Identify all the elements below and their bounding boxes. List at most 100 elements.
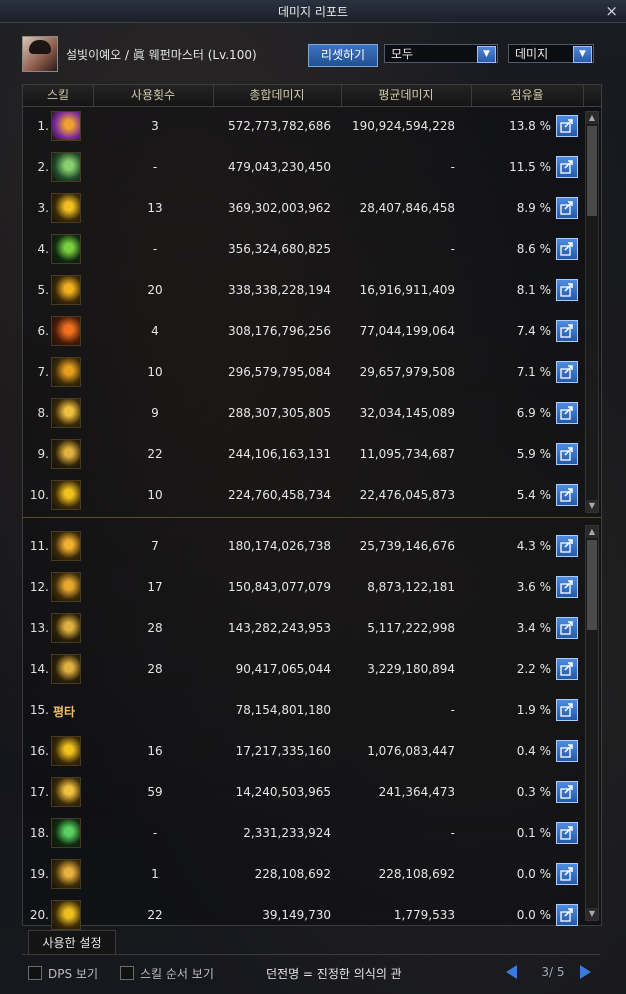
row-average-damage: 190,924,594,228	[351, 119, 455, 133]
share-button[interactable]	[556, 535, 578, 557]
table-row: 5. 20 338,338,228,194 16,916,911,409 8.1 %	[23, 270, 601, 311]
row-total-damage: 17,217,335,160	[235, 744, 331, 758]
skill-wave-icon	[51, 398, 81, 428]
row-share-percent: 11.5 %	[509, 160, 551, 174]
share-button[interactable]	[556, 904, 578, 926]
filter-dropdown-value: 모두	[391, 47, 414, 61]
row-total-damage: 39,149,730	[262, 908, 331, 922]
share-button[interactable]	[556, 320, 578, 342]
skill-flow-wave-icon	[51, 654, 81, 684]
table-row: 11. 7 180,174,026,738 25,739,146,676 4.3 %	[23, 526, 601, 567]
export-icon	[560, 201, 573, 215]
skill-order-checkbox[interactable]	[120, 966, 134, 980]
dps-label: DPS 보기	[48, 967, 98, 981]
row-use-count: -	[152, 826, 158, 840]
share-button[interactable]	[556, 822, 578, 844]
share-button[interactable]	[556, 576, 578, 598]
skill-dash-icon	[51, 777, 81, 807]
scrollbar-top[interactable]: ▲ ▼	[585, 111, 599, 513]
dps-checkbox[interactable]	[28, 966, 42, 980]
row-rank: 12.	[29, 580, 49, 594]
row-share-percent: 3.6 %	[516, 580, 551, 594]
scroll-down-icon[interactable]: ▼	[586, 500, 598, 512]
share-button[interactable]	[556, 863, 578, 885]
skill-slash-ring-icon	[51, 193, 81, 223]
row-rank: 19.	[29, 867, 49, 881]
filter-dropdown[interactable]: 모두 ▼	[384, 44, 498, 63]
scrollbar-bottom[interactable]: ▲ ▼	[585, 525, 599, 921]
col-average[interactable]: 평균데미지	[341, 85, 472, 106]
skill-swoosh-icon	[51, 275, 81, 305]
table-row: 15. 평타 78,154,801,180 - 1.9 %	[23, 690, 601, 731]
tab-underline	[22, 954, 600, 955]
share-button[interactable]	[556, 617, 578, 639]
basic-attack-label: 평타	[53, 705, 76, 719]
row-total-damage: 14,240,503,965	[235, 785, 331, 799]
export-icon	[560, 621, 573, 635]
reset-button[interactable]: 리셋하기	[308, 44, 378, 67]
row-use-count: 28	[147, 662, 163, 676]
export-icon	[560, 283, 573, 297]
row-rank: 18.	[29, 826, 49, 840]
character-portrait	[22, 36, 58, 72]
row-share-percent: 0.3 %	[516, 785, 551, 799]
scroll-down-icon[interactable]: ▼	[586, 908, 598, 920]
col-skill[interactable]: 스킬	[23, 85, 94, 106]
row-share-percent: 0.0 %	[516, 908, 551, 922]
row-rank: 11.	[29, 539, 49, 553]
col-share[interactable]: 점유율	[471, 85, 584, 106]
share-button[interactable]	[556, 279, 578, 301]
row-total-damage: 356,324,680,825	[227, 242, 331, 256]
share-button[interactable]	[556, 361, 578, 383]
table-row: 2. - 479,043,230,450 - 11.5 %	[23, 147, 601, 188]
skill-order-label: 스킬 순서 보기	[140, 967, 214, 981]
share-button[interactable]	[556, 781, 578, 803]
export-icon	[560, 406, 573, 420]
scroll-up-icon[interactable]: ▲	[586, 112, 598, 124]
share-button[interactable]	[556, 238, 578, 260]
table-row: 16. 16 17,217,335,160 1,076,083,447 0.4 %	[23, 731, 601, 772]
row-share-percent: 2.2 %	[516, 662, 551, 676]
row-rank: 17.	[29, 785, 49, 799]
share-button[interactable]	[556, 740, 578, 762]
type-dropdown[interactable]: 데미지 ▼	[508, 44, 594, 63]
row-rank: 5.	[37, 283, 49, 297]
share-button[interactable]	[556, 197, 578, 219]
export-icon	[560, 539, 573, 553]
prev-page-icon[interactable]	[506, 965, 517, 979]
window-title: 데미지 리포트	[277, 5, 349, 19]
title-bar: 데미지 리포트 ×	[0, 0, 626, 23]
share-button[interactable]	[556, 443, 578, 465]
table-row: 14. 28 90,417,065,044 3,229,180,894 2.2 %	[23, 649, 601, 690]
row-total-damage: 2,331,233,924	[243, 826, 331, 840]
damage-table: 스킬 사용횟수 총합데미지 평균데미지 점유율 1. 3 572,773,782,6…	[22, 84, 602, 930]
table-row: 7. 10 296,579,795,084 29,657,979,508 7.1 %	[23, 352, 601, 393]
col-total[interactable]: 총합데미지	[213, 85, 342, 106]
scroll-thumb[interactable]	[587, 126, 597, 216]
skill-crescent-icon	[51, 480, 81, 510]
row-share-percent: 7.1 %	[516, 365, 551, 379]
character-name: 설빛이예오 / 眞 웨펀마스터 (Lv.100)	[66, 48, 257, 62]
tab-settings[interactable]: 사용한 설정	[28, 930, 116, 955]
row-average-damage: 32,034,145,089	[359, 406, 455, 420]
table-row: 9. 22 244,106,163,131 11,095,734,687 5.9 %	[23, 434, 601, 475]
table-row: 17. 59 14,240,503,965 241,364,473 0.3 %	[23, 772, 601, 813]
scroll-thumb[interactable]	[587, 540, 597, 630]
close-icon[interactable]: ×	[605, 2, 618, 20]
export-icon	[560, 826, 573, 840]
share-button[interactable]	[556, 402, 578, 424]
next-page-icon[interactable]	[580, 965, 591, 979]
col-count[interactable]: 사용횟수	[93, 85, 214, 106]
pager: 3/ 5	[500, 964, 600, 982]
row-rank: 9.	[37, 447, 49, 461]
share-button[interactable]	[556, 658, 578, 680]
row-total-damage: 78,154,801,180	[235, 703, 331, 717]
share-button[interactable]	[556, 115, 578, 137]
scroll-up-icon[interactable]: ▲	[586, 526, 598, 538]
share-button[interactable]	[556, 156, 578, 178]
row-use-count: 28	[147, 621, 163, 635]
row-use-count: 16	[147, 744, 163, 758]
row-use-count: -	[152, 242, 158, 256]
share-button[interactable]	[556, 699, 578, 721]
share-button[interactable]	[556, 484, 578, 506]
